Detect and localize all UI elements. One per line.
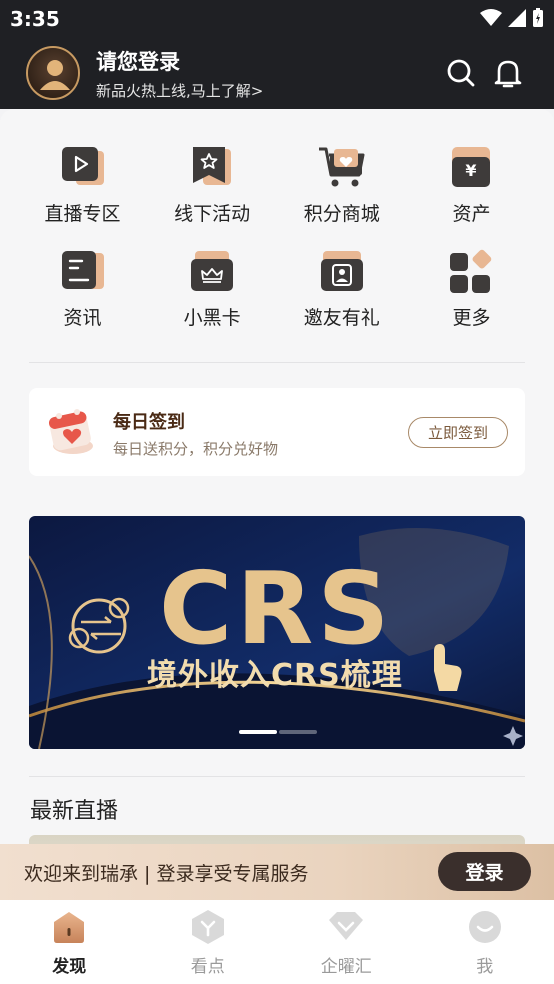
tab-highlights[interactable]: 看点: [139, 900, 278, 984]
grid-item-label: 直播专区: [44, 203, 121, 225]
login-button[interactable]: 登录: [438, 852, 531, 891]
grid-item-label: 资产: [452, 203, 491, 225]
main-content: 直播专区 线下活动 积分商城 ¥ 资产 资讯 小黑卡 邀友有礼 更多 每日签到 …: [0, 109, 554, 900]
daily-signin-card[interactable]: 每日签到 每日送积分，积分兑好物 立即签到: [29, 388, 525, 476]
signin-subtitle: 每日送积分，积分兑好物: [113, 440, 279, 458]
grid-item-label: 更多: [452, 307, 491, 329]
gift-friend-icon: [320, 251, 363, 291]
signin-title: 每日签到: [113, 412, 185, 433]
calendar-heart-icon: [48, 409, 93, 454]
login-prompt-text: 欢迎来到瑞承 | 登录享受专属服务: [24, 863, 309, 885]
tab-me[interactable]: 我: [416, 900, 554, 984]
feature-grid: 直播专区 线下活动 积分商城 ¥ 资产 资讯 小黑卡 邀友有礼 更多: [18, 143, 536, 351]
login-title[interactable]: 请您登录: [96, 46, 180, 76]
news-document-icon: [61, 251, 104, 289]
carousel-dot: [279, 730, 317, 734]
status-time: 3:35: [10, 7, 60, 31]
grid-item-points-mall[interactable]: 积分商城: [277, 143, 406, 247]
status-bar: 3:35: [0, 0, 554, 36]
top-header: 3:35 请您登录 新品火热上线,马上了解>: [0, 0, 554, 109]
avatar[interactable]: [26, 46, 80, 100]
live-video-icon: [61, 147, 104, 185]
carousel-dot-active: [239, 730, 277, 734]
discover-icon: [54, 912, 85, 943]
signin-button[interactable]: 立即签到: [408, 417, 508, 448]
crown-card-icon: [191, 251, 234, 291]
profile-icon: [468, 911, 501, 943]
tab-qiyaohui[interactable]: 企曜汇: [277, 900, 416, 984]
signal-icon: [508, 9, 526, 27]
tab-label: 看点: [190, 957, 225, 977]
grid-item-invite-friends[interactable]: 邀友有礼: [277, 247, 406, 351]
grid-item-label: 积分商城: [303, 203, 380, 225]
tab-label: 发现: [52, 957, 87, 977]
highlights-icon: [191, 910, 224, 944]
carousel-indicator: [239, 730, 317, 734]
grid-item-offline-events[interactable]: 线下活动: [148, 143, 277, 247]
svg-text:¥: ¥: [466, 161, 477, 180]
grid-item-label: 资讯: [63, 307, 102, 329]
tab-label: 我: [476, 957, 494, 977]
grid-item-black-card[interactable]: 小黑卡: [148, 247, 277, 351]
divider: [29, 776, 525, 777]
grid-item-assets[interactable]: ¥ 资产: [407, 143, 536, 247]
status-icons: [480, 8, 544, 28]
battery-icon: [533, 8, 543, 27]
tab-discover[interactable]: 发现: [0, 900, 139, 984]
more-grid-icon: [450, 249, 492, 293]
divider: [29, 362, 525, 363]
grid-item-more[interactable]: 更多: [407, 247, 536, 351]
search-icon: [447, 59, 475, 87]
feature-grid-row: 资讯 小黑卡 邀友有礼 更多: [18, 247, 536, 351]
search-button[interactable]: [444, 56, 478, 90]
live-section-title: 最新直播: [30, 799, 119, 824]
login-subtitle[interactable]: 新品火热上线,马上了解>: [96, 80, 263, 101]
tab-label: 企曜汇: [320, 957, 372, 977]
user-silhouette-icon: [28, 48, 78, 98]
notification-button[interactable]: [491, 56, 525, 90]
grid-item-live[interactable]: 直播专区: [18, 143, 147, 247]
grid-item-label: 线下活动: [174, 203, 251, 225]
grid-item-news[interactable]: 资讯: [18, 247, 147, 351]
grid-item-label: 小黑卡: [183, 307, 241, 329]
login-prompt-bar: 欢迎来到瑞承 | 登录享受专属服务 登录: [0, 844, 554, 900]
promo-banner[interactable]: CRS 境外收入CRS梳理: [29, 516, 525, 749]
star-flag-icon: [193, 147, 232, 185]
banner-subheadline: 境外收入CRS梳理: [147, 658, 403, 693]
diamond-icon: [329, 912, 364, 940]
yen-wallet-icon: ¥: [452, 147, 491, 187]
bottom-tab-bar: 发现 看点 企曜汇 我: [0, 900, 554, 984]
feature-grid-row: 直播专区 线下活动 积分商城 ¥ 资产: [18, 143, 536, 247]
grid-item-label: 邀友有礼: [303, 307, 380, 329]
bell-icon: [494, 60, 522, 88]
wifi-icon: [480, 9, 502, 26]
shopping-cart-icon: [318, 147, 365, 187]
